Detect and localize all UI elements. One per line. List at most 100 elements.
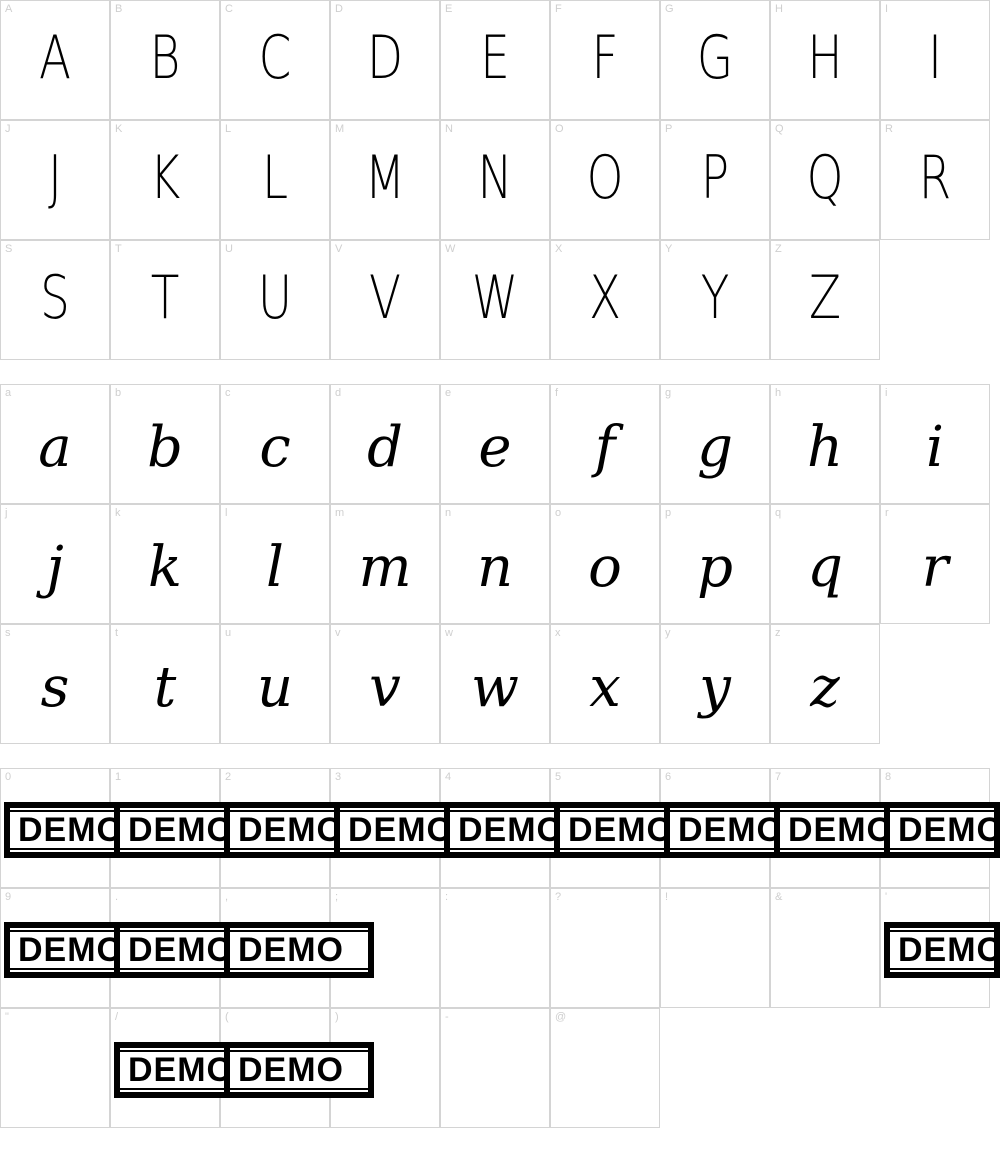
glyph-sample: z [810, 655, 840, 720]
glyph-cell-lowercase-n: nn [440, 504, 550, 624]
cell-label: X [555, 243, 563, 255]
glyph-sample: W [471, 263, 519, 333]
cell-label: m [335, 507, 345, 519]
cell-label: 8 [885, 771, 892, 783]
glyph-cell-uppercase-W: WW [440, 240, 550, 360]
glyph-sample: J [48, 143, 62, 213]
glyph-sample: h [806, 415, 844, 480]
cell-label: : [445, 891, 449, 903]
glyph-sample: y [699, 655, 731, 720]
glyph-sample: X [588, 263, 622, 333]
glyph-cell-lowercase-l: ll [220, 504, 330, 624]
glyph-cell-symbol: - [440, 1008, 550, 1128]
glyph-cell-lowercase-j: jj [0, 504, 110, 624]
glyph-sample: C [258, 23, 292, 93]
glyph-cell-uppercase-S: SS [0, 240, 110, 360]
glyph-sample: V [368, 263, 402, 333]
cell-label: u [225, 627, 232, 639]
cell-label: W [445, 243, 456, 255]
glyph-sample: H [807, 23, 843, 93]
cell-label: b [115, 387, 122, 399]
glyph-sample: b [147, 415, 183, 480]
glyph-sample: N [477, 143, 513, 213]
cell-label: c [225, 387, 231, 399]
glyph-cell-lowercase-x: xx [550, 624, 660, 744]
glyph-sample: s [40, 655, 70, 720]
cell-label: 9 [5, 891, 12, 903]
glyph-cell-uppercase-N: NN [440, 120, 550, 240]
glyph-sample: v [369, 655, 401, 720]
cell-label: B [115, 3, 123, 15]
glyph-sample: i [926, 415, 944, 480]
glyph-cell-uppercase-Y: YY [660, 240, 770, 360]
glyph-cell-uppercase-B: BB [110, 0, 220, 120]
cell-label: ; [335, 891, 339, 903]
glyph-sample: Q [806, 143, 844, 213]
cell-label: V [335, 243, 343, 255]
glyph-cell-uppercase-V: VV [330, 240, 440, 360]
glyph-sample: B [149, 23, 181, 93]
glyph-cell-uppercase-J: JJ [0, 120, 110, 240]
glyph-cell-lowercase-k: kk [110, 504, 220, 624]
cell-label: K [115, 123, 123, 135]
cell-label: ( [225, 1011, 229, 1023]
glyph-cell-lowercase-r: rr [880, 504, 990, 624]
glyph-cell-lowercase-p: pp [660, 504, 770, 624]
glyph-cell-uppercase-X: XX [550, 240, 660, 360]
glyph-sample: m [358, 535, 412, 600]
cell-label: h [775, 387, 782, 399]
cell-label: t [115, 627, 119, 639]
glyph-cell-uppercase-H: HH [770, 0, 880, 120]
cell-label: ! [665, 891, 669, 903]
glyph-sample: a [38, 415, 72, 480]
glyph-sample: c [259, 415, 291, 480]
glyph-cell-lowercase-e: ee [440, 384, 550, 504]
cell-label: D [335, 3, 343, 15]
glyph-sample: f [594, 415, 616, 480]
glyph-cell-lowercase-o: oo [550, 504, 660, 624]
cell-label: a [5, 387, 12, 399]
glyph-sample: U [257, 263, 293, 333]
glyph-sample: u [256, 655, 294, 720]
glyph-cell-uppercase-P: PP [660, 120, 770, 240]
cell-label: Y [665, 243, 673, 255]
cell-label: & [775, 891, 783, 903]
cell-label: x [555, 627, 561, 639]
cell-label: y [665, 627, 671, 639]
cell-label: z [775, 627, 781, 639]
cell-label: E [445, 3, 453, 15]
glyph-cell-uppercase-M: MM [330, 120, 440, 240]
glyph-sample: k [148, 535, 182, 600]
glyph-sample: L [261, 143, 289, 213]
glyph-cell-uppercase-I: II [880, 0, 990, 120]
cell-label: j [5, 507, 8, 519]
cell-label: T [115, 243, 122, 255]
glyph-sample: t [153, 655, 177, 720]
glyph-cell-uppercase-R: RR [880, 120, 990, 240]
glyph-cell-lowercase-f: ff [550, 384, 660, 504]
cell-label: g [665, 387, 672, 399]
glyph-sample: d [367, 415, 403, 480]
demo-placeholder: DEMO [224, 922, 374, 978]
cell-label: k [115, 507, 121, 519]
glyph-sample: D [366, 23, 404, 93]
glyph-sample: p [697, 535, 733, 600]
cell-label: 3 [335, 771, 342, 783]
glyph-sample: n [476, 535, 514, 600]
cell-label: H [775, 3, 783, 15]
cell-label: 5 [555, 771, 562, 783]
cell-label: L [225, 123, 232, 135]
glyph-cell-symbol: ? [550, 888, 660, 1008]
glyph-sample: O [586, 143, 624, 213]
cell-label: , [225, 891, 229, 903]
cell-label: i [885, 387, 888, 399]
cell-label: e [445, 387, 452, 399]
glyph-cell-uppercase-D: DD [330, 0, 440, 120]
cell-label: U [225, 243, 233, 255]
glyph-sample: Y [700, 263, 730, 333]
glyph-sample: I [928, 23, 942, 93]
glyph-cell-lowercase-m: mm [330, 504, 440, 624]
glyph-sample: R [918, 143, 952, 213]
glyph-cell-lowercase-g: gg [660, 384, 770, 504]
glyph-cell-uppercase-Q: QQ [770, 120, 880, 240]
